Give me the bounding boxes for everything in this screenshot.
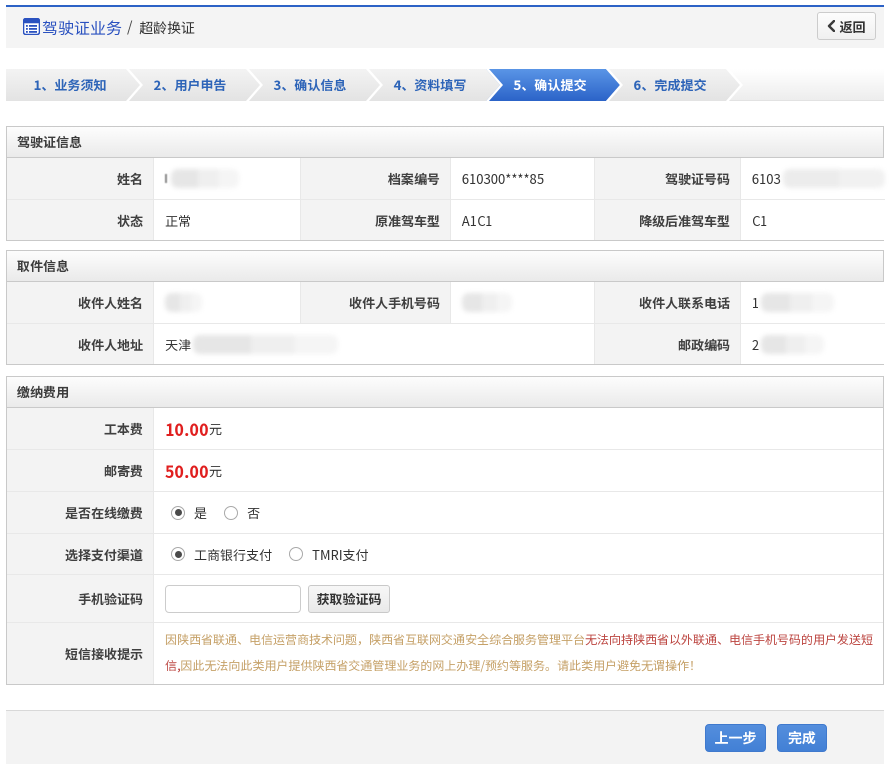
redacted-text [761,293,834,312]
page-title: 驾驶证业务 [42,7,122,48]
back-button[interactable]: 返回 [817,12,876,40]
card-fee-amount: 10.00 [165,417,209,441]
license-info-row: 姓名 档案编号 610300****85 驾驶证号码 6103 [7,158,883,199]
previous-step-button[interactable]: 上一步 [705,724,766,752]
radio-no[interactable] [224,506,238,520]
redacted-text [165,174,167,183]
fee-row-card: 工本费 10.00元 [7,408,883,449]
field-value-downgraded-class: C1 [740,199,885,240]
radio-icbc[interactable] [171,547,185,561]
pickup-info-row: 收件人姓名 收件人手机号码 收件人联系电话 1 [7,282,883,323]
field-label-postage-fee: 邮寄费 [7,449,153,491]
field-value-recipient-mobile [450,282,594,323]
back-button-label: 返回 [839,17,865,36]
field-label-online-pay: 是否在线缴费 [7,491,153,533]
field-value-status: 正常 [153,199,300,240]
field-label-downgraded-class: 降级后准驾车型 [594,199,740,240]
field-value-online-pay: 是 否 [153,491,883,533]
fee-row-online-pay: 是否在线缴费 是 否 [7,491,883,533]
fee-row-sms-code: 手机验证码 获取验证码 [7,574,883,622]
get-sms-code-button[interactable]: 获取验证码 [308,585,390,613]
finish-button[interactable]: 完成 [777,724,827,752]
field-value-file-number: 610300****85 [450,158,594,199]
field-label-file-number: 档案编号 [300,158,450,199]
wizard-step-1[interactable]: 1、业务须知 [6,69,140,101]
field-value-sms-code: 获取验证码 [153,574,883,622]
fee-row-sms-notice: 短信接收提示 因陕西省联通、电信运营商技术问题，陕西省互联网交通安全综合服务管理… [7,622,883,684]
card-fee-unit: 元 [209,419,222,438]
online-pay-option-yes[interactable]: 是 [171,503,207,522]
breadcrumb-separator: / [127,7,133,48]
pickup-info-row: 收件人地址 天津 邮政编码 2 [7,323,883,364]
sms-notice-text: 因陕西省联通、电信运营商技术问题，陕西省互联网交通安全综合服务管理平台无法向持陕… [153,622,883,684]
license-info-panel: 驾驶证信息 姓名 档案编号 610300****85 驾驶证号码 6103 状态… [6,126,884,241]
radio-yes[interactable] [171,506,185,520]
field-label-card-fee: 工本费 [7,408,153,449]
form-list-icon [23,18,40,35]
redacted-text [193,335,338,354]
redacted-text [783,169,885,188]
field-value-recipient-address: 天津 [153,323,594,364]
page-header: 驾驶证业务 / 超龄换证 返回 [6,7,884,48]
wizard-step-5[interactable]: 5、确认提交 [486,69,620,101]
field-value-original-class: A1C1 [450,199,594,240]
field-label-pay-channel: 选择支付渠道 [7,533,153,574]
field-label-sms-notice: 短信接收提示 [7,622,153,684]
license-info-row: 状态 正常 原准驾车型 A1C1 降级后准驾车型 C1 [7,199,883,240]
field-label-license-number: 驾驶证号码 [594,158,740,199]
field-value-license-number: 6103 [740,158,885,199]
field-value-postal-code: 2 [740,323,885,364]
fee-row-pay-channel: 选择支付渠道 工商银行支付 TMRI支付 [7,533,883,574]
postage-fee-unit: 元 [209,461,222,480]
chevron-left-icon [827,20,835,32]
redacted-text [462,293,512,312]
pay-channel-option-icbc[interactable]: 工商银行支付 [171,545,272,564]
redacted-text [171,169,239,188]
field-value-recipient-name [153,282,300,323]
sms-code-input[interactable] [165,585,301,613]
field-label-name: 姓名 [7,158,153,199]
field-label-postal-code: 邮政编码 [594,323,740,364]
footer-bar: 上一步 完成 [6,710,884,764]
field-label-recipient-phone: 收件人联系电话 [594,282,740,323]
field-label-original-class: 原准驾车型 [300,199,450,240]
pickup-info-panel-title: 取件信息 [7,251,883,282]
breadcrumb-current: 超龄换证 [139,7,195,48]
postage-fee-amount: 50.00 [165,459,209,483]
wizard-step-3[interactable]: 3、确认信息 [246,69,380,101]
fee-row-postage: 邮寄费 50.00元 [7,449,883,491]
field-label-recipient-mobile: 收件人手机号码 [300,282,450,323]
fees-panel-title: 缴纳费用 [7,377,883,408]
field-value-postage-fee: 50.00元 [153,449,883,491]
wizard-step-6[interactable]: 6、完成提交 [606,69,740,101]
field-label-sms-code: 手机验证码 [7,574,153,622]
field-label-recipient-address: 收件人地址 [7,323,153,364]
redacted-text [761,335,824,354]
field-value-name [153,158,300,199]
license-info-panel-title: 驾驶证信息 [7,127,883,158]
fees-panel: 缴纳费用 工本费 10.00元 邮寄费 50.00元 是否在线缴费 是 否 选择… [6,376,884,685]
field-value-recipient-phone: 1 [740,282,885,323]
field-value-card-fee: 10.00元 [153,408,883,449]
radio-tmri[interactable] [289,547,303,561]
wizard-step-4[interactable]: 4、资料填写 [366,69,500,101]
redacted-text [165,293,202,312]
wizard-step-2[interactable]: 2、用户申告 [126,69,260,101]
pickup-info-panel: 取件信息 收件人姓名 收件人手机号码 收件人联系电话 1 收件人地址 天津 邮政… [6,250,884,365]
pay-channel-option-tmri[interactable]: TMRI支付 [289,545,368,564]
online-pay-option-no[interactable]: 否 [224,503,260,522]
field-value-pay-channel: 工商银行支付 TMRI支付 [153,533,883,574]
field-label-status: 状态 [7,199,153,240]
step-wizard: 1、业务须知 2、用户申告 3、确认信息 4、资料填写 5、确认提交 6、完成提… [6,69,884,101]
field-label-recipient-name: 收件人姓名 [7,282,153,323]
